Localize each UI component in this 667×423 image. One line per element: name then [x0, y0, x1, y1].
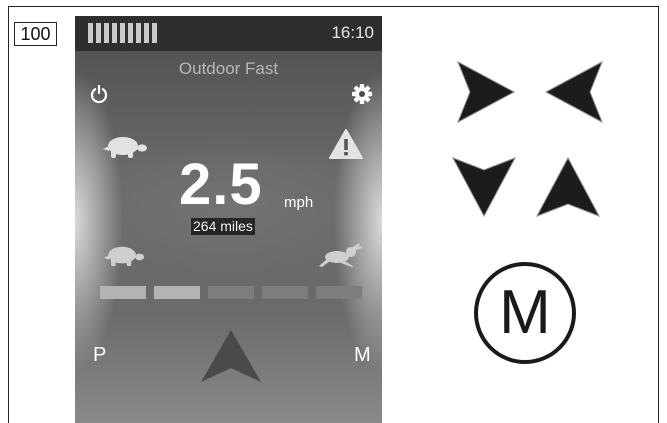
- arrow-left-icon[interactable]: [544, 60, 604, 124]
- turtle-icon: [103, 137, 147, 158]
- mode-button[interactable]: M: [472, 260, 578, 366]
- figure-number: 100: [14, 22, 57, 46]
- control-display: 16:10 Outdoor Fast 2.5 mph 264 miles P M: [75, 16, 382, 423]
- clock: 16:10: [331, 23, 374, 42]
- gear-icon[interactable]: [351, 83, 373, 105]
- battery-segment: [96, 23, 101, 43]
- speed-level-bar: [262, 286, 308, 299]
- arrow-right-icon[interactable]: [456, 60, 516, 124]
- mode-button-label: M: [499, 278, 551, 347]
- speed-value: 2.5: [179, 152, 263, 217]
- arrow-up-icon[interactable]: [535, 156, 601, 218]
- arrow-down-icon[interactable]: [451, 156, 517, 218]
- battery-segment: [88, 23, 93, 43]
- battery-segment: [136, 23, 141, 43]
- arrow-up-icon[interactable]: [199, 328, 263, 384]
- speed-level-bar: [100, 286, 146, 299]
- battery-segment: [120, 23, 125, 43]
- speed-level-bar: [208, 286, 254, 299]
- status-bar: 16:10: [75, 16, 382, 51]
- park-label[interactable]: P: [93, 344, 106, 367]
- power-icon[interactable]: [89, 84, 109, 104]
- battery-segment: [144, 23, 149, 43]
- battery-segment: [152, 23, 157, 43]
- battery-segment: [104, 23, 109, 43]
- battery-segment: [112, 23, 117, 43]
- speed-level-bar: [316, 286, 362, 299]
- odometer: 264 miles: [191, 218, 255, 235]
- battery-indicator: [88, 23, 157, 43]
- drive-mode-name: Outdoor Fast: [178, 59, 279, 78]
- turtle-icon[interactable]: [100, 244, 146, 268]
- speed-unit: mph: [284, 194, 314, 211]
- battery-segment: [128, 23, 133, 43]
- mode-label[interactable]: M: [354, 344, 371, 367]
- warning-icon: [329, 129, 363, 159]
- rabbit-icon[interactable]: [317, 242, 363, 268]
- speed-level-bar: [154, 286, 200, 299]
- speed-level-bars: [100, 286, 362, 299]
